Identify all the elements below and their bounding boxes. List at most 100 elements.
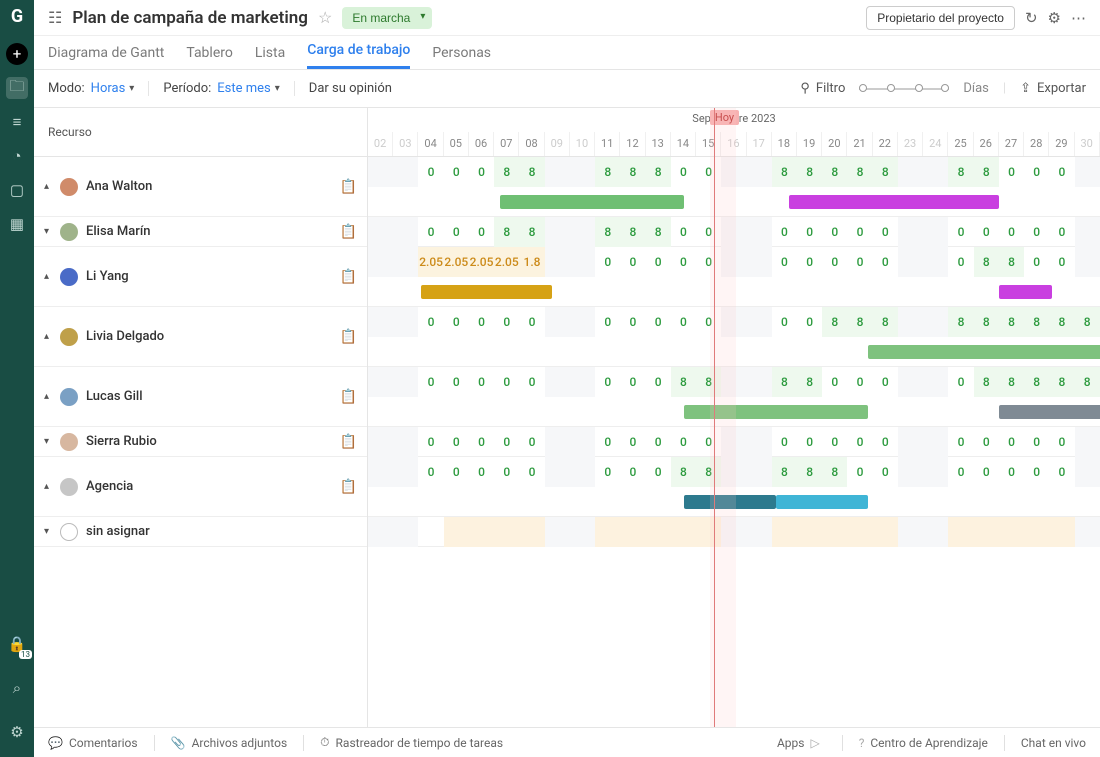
- workload-cell[interactable]: 0: [646, 427, 671, 457]
- workload-cell[interactable]: [747, 517, 772, 547]
- workload-cell[interactable]: [747, 247, 772, 277]
- workload-cell[interactable]: [948, 517, 973, 547]
- time-tracker-link[interactable]: ⏱ Rastreador de tiempo de tareas: [320, 735, 503, 750]
- workload-cell[interactable]: 0: [948, 247, 973, 277]
- workload-cell[interactable]: 8: [620, 217, 645, 247]
- workload-cell[interactable]: [923, 217, 948, 247]
- more-icon[interactable]: ⋯: [1071, 9, 1086, 27]
- resource-name[interactable]: Livia Delgado: [86, 329, 340, 344]
- workload-cell[interactable]: 2.05: [494, 247, 519, 277]
- workload-cell[interactable]: 8: [974, 247, 999, 277]
- workload-cell[interactable]: 2.05: [444, 247, 469, 277]
- workload-cell[interactable]: 8: [948, 307, 973, 337]
- workload-cell[interactable]: 0: [444, 217, 469, 247]
- workload-cell[interactable]: 0: [646, 457, 671, 487]
- workload-cell[interactable]: [923, 367, 948, 397]
- task-bar[interactable]: [776, 495, 868, 509]
- workload-cell[interactable]: [393, 367, 418, 397]
- workload-cell[interactable]: 0: [595, 307, 620, 337]
- workload-cell[interactable]: 8: [797, 457, 822, 487]
- workload-cell[interactable]: [747, 457, 772, 487]
- workload-cell[interactable]: 0: [1049, 427, 1074, 457]
- workload-cell[interactable]: [898, 367, 923, 397]
- workload-cell[interactable]: 0: [1049, 217, 1074, 247]
- workload-cell[interactable]: 0: [797, 427, 822, 457]
- workload-cell[interactable]: 0: [1024, 157, 1049, 187]
- apps-link[interactable]: Apps ▷: [777, 736, 826, 750]
- gear-icon[interactable]: ⚙: [1048, 9, 1061, 27]
- workload-cell[interactable]: 0: [1075, 457, 1100, 487]
- workload-cell[interactable]: 0: [519, 457, 544, 487]
- export-button[interactable]: ⇪ Exportar: [1020, 81, 1086, 96]
- workload-cell[interactable]: 8: [974, 367, 999, 397]
- workload-cell[interactable]: 0: [999, 457, 1024, 487]
- workload-cell[interactable]: [393, 307, 418, 337]
- workload-cell[interactable]: 0: [620, 367, 645, 397]
- workload-cell[interactable]: [545, 517, 570, 547]
- feedback-link[interactable]: Dar su opinión: [309, 81, 392, 96]
- workload-cell[interactable]: 0: [418, 457, 443, 487]
- task-bar[interactable]: [868, 345, 1100, 359]
- workload-cell[interactable]: [923, 427, 948, 457]
- workload-cell[interactable]: [1075, 517, 1100, 547]
- workload-cell[interactable]: [393, 247, 418, 277]
- workload-cell[interactable]: [393, 427, 418, 457]
- clipboard-icon[interactable]: ▢: [6, 179, 28, 201]
- workload-cell[interactable]: 0: [999, 157, 1024, 187]
- workload-cell[interactable]: 0: [418, 307, 443, 337]
- filter-button[interactable]: ⚲ Filtro: [800, 81, 845, 96]
- resource-name[interactable]: Lucas Gill: [86, 389, 340, 404]
- workload-cell[interactable]: 0: [948, 457, 973, 487]
- workload-cell[interactable]: 8: [1024, 307, 1049, 337]
- resource-name[interactable]: sin asignar: [86, 524, 357, 539]
- workload-cell[interactable]: 0: [1024, 427, 1049, 457]
- workload-cell[interactable]: [923, 457, 948, 487]
- workload-cell[interactable]: [368, 457, 393, 487]
- task-bar[interactable]: [789, 195, 999, 209]
- workload-cell[interactable]: 8: [1049, 367, 1074, 397]
- workload-cell[interactable]: [494, 517, 519, 547]
- workload-cell[interactable]: [368, 247, 393, 277]
- status-dropdown[interactable]: En marcha: [342, 7, 432, 29]
- workload-cell[interactable]: 8: [519, 157, 544, 187]
- workload-cell[interactable]: 8: [999, 247, 1024, 277]
- workload-cell[interactable]: [747, 157, 772, 187]
- workload-cell[interactable]: [898, 247, 923, 277]
- workload-cell[interactable]: [545, 427, 570, 457]
- workload-cell[interactable]: 0: [1075, 427, 1100, 457]
- workload-cell[interactable]: 0: [620, 427, 645, 457]
- workload-cell[interactable]: 8: [873, 157, 898, 187]
- workload-cell[interactable]: 0: [1075, 247, 1100, 277]
- workload-cell[interactable]: 0: [620, 247, 645, 277]
- workload-cell[interactable]: 0: [469, 307, 494, 337]
- workload-cell[interactable]: 8: [1075, 367, 1100, 397]
- calendar-icon[interactable]: 📋: [340, 224, 357, 240]
- workload-cell[interactable]: [873, 517, 898, 547]
- workload-cell[interactable]: [469, 517, 494, 547]
- workload-cell[interactable]: 0: [1075, 157, 1100, 187]
- workload-cell[interactable]: [898, 217, 923, 247]
- live-chat-link[interactable]: Chat en vivo: [1021, 736, 1086, 750]
- tab-lista[interactable]: Lista: [255, 45, 285, 69]
- workload-cell[interactable]: 0: [847, 457, 872, 487]
- workload-cell[interactable]: [570, 217, 595, 247]
- workload-cell[interactable]: [545, 217, 570, 247]
- folder-icon[interactable]: 🗀: [6, 77, 28, 99]
- workload-cell[interactable]: 8: [646, 217, 671, 247]
- workload-cell[interactable]: 8: [620, 157, 645, 187]
- workload-cell[interactable]: 0: [444, 457, 469, 487]
- workload-cell[interactable]: [368, 307, 393, 337]
- workload-cell[interactable]: 0: [999, 217, 1024, 247]
- workload-cell[interactable]: [519, 517, 544, 547]
- workload-cell[interactable]: 8: [797, 367, 822, 397]
- tab-personas[interactable]: Personas: [432, 45, 491, 69]
- workload-cell[interactable]: 8: [595, 217, 620, 247]
- workload-cell[interactable]: 8: [772, 457, 797, 487]
- workload-cell[interactable]: 8: [494, 157, 519, 187]
- tab-diagrama-de-gantt[interactable]: Diagrama de Gantt: [48, 45, 164, 69]
- workload-cell[interactable]: 0: [444, 427, 469, 457]
- workload-cell[interactable]: 0: [847, 247, 872, 277]
- workload-cell[interactable]: [570, 427, 595, 457]
- workload-cell[interactable]: 0: [469, 367, 494, 397]
- search-icon[interactable]: ⌕: [6, 677, 28, 699]
